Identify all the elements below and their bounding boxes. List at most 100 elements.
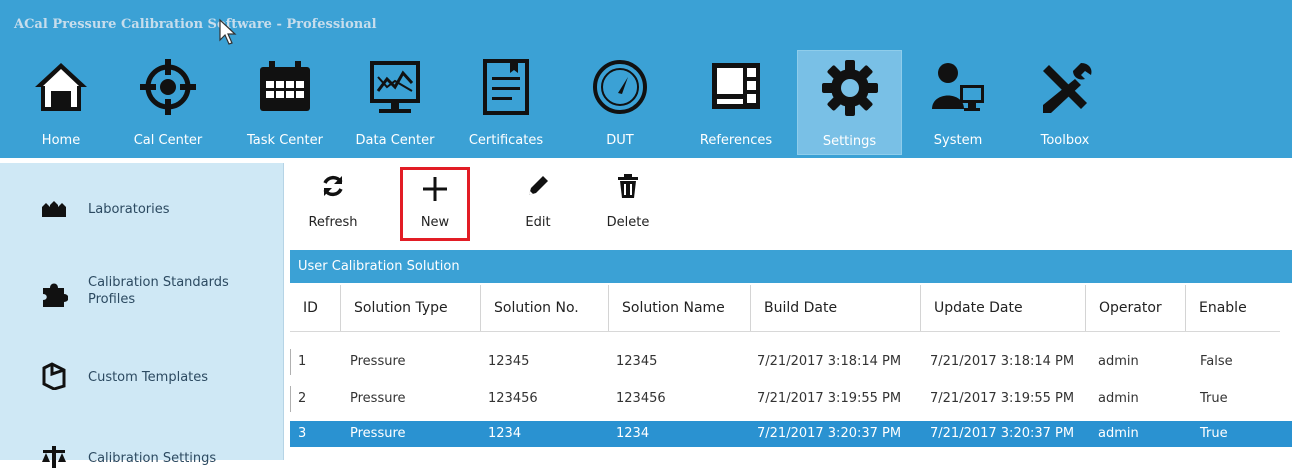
column-header-update-date[interactable]: Update Date (920, 285, 1085, 331)
cell-build-date: 7/21/2017 3:19:55 PM (757, 391, 902, 406)
nav-label: Task Center (247, 133, 323, 148)
cell-id: 1 (298, 354, 307, 369)
cell-solution-type: Pressure (350, 426, 406, 441)
nav-label: Data Center (355, 133, 435, 148)
nav-cal-center[interactable]: Cal Center (125, 45, 211, 158)
nav-task-center[interactable]: Task Center (238, 45, 332, 158)
cell-build-date: 7/21/2017 3:20:37 PM (757, 426, 902, 441)
cell-operator: admin (1098, 426, 1139, 441)
title-bar: ACal Pressure Calibration Software - Pro… (0, 0, 1292, 158)
cell-solution-no: 123456 (488, 391, 538, 406)
nav-certificates[interactable]: Certificates (464, 45, 548, 158)
sidebar-item-calibration-settings[interactable]: Calibration Settings (0, 440, 283, 474)
nav-settings[interactable]: Settings (797, 50, 902, 155)
reference-device-icon (712, 63, 760, 109)
cell-update-date: 7/21/2017 3:19:55 PM (930, 391, 1075, 406)
home-icon (35, 63, 87, 111)
column-header-operator[interactable]: Operator (1085, 285, 1185, 331)
tools-icon (1043, 63, 1092, 113)
cell-solution-name: 123456 (616, 391, 666, 406)
pencil-icon (529, 176, 548, 195)
nav-label: Settings (822, 134, 877, 149)
chart-monitor-icon (370, 61, 420, 113)
template-icon (42, 362, 66, 390)
column-header-solution-type[interactable]: Solution Type (340, 285, 480, 331)
new-button[interactable]: New (400, 167, 470, 241)
scale-icon (42, 446, 66, 468)
cell-enable: True (1200, 391, 1228, 406)
nav-label: Cal Center (133, 133, 203, 148)
plus-icon (423, 177, 447, 201)
cell-enable: True (1200, 426, 1228, 441)
cell-operator: admin (1098, 391, 1139, 406)
panel-title: User Calibration Solution (290, 250, 1292, 283)
cell-enable: False (1200, 354, 1233, 369)
nav-references[interactable]: References (690, 45, 782, 158)
cell-solution-type: Pressure (350, 354, 406, 369)
laboratories-icon (42, 201, 66, 217)
table-row[interactable]: 2 Pressure 123456 123456 7/21/2017 3:19:… (290, 386, 1292, 412)
row-indicator (290, 349, 291, 375)
toolbar: Refresh New Edit Delete (290, 163, 1292, 243)
crosshair-icon (140, 59, 196, 115)
refresh-icon (323, 175, 343, 197)
nav-label: System (933, 133, 983, 148)
cell-solution-name: 12345 (616, 354, 658, 369)
sidebar-item-label: Custom Templates (88, 370, 209, 385)
gear-icon (821, 60, 878, 116)
sidebar-item-label: Laboratories (88, 202, 170, 217)
nav-label: DUT (606, 133, 634, 148)
puzzle-icon (43, 283, 68, 307)
nav-system[interactable]: System (915, 45, 1001, 158)
cell-update-date: 7/21/2017 3:18:14 PM (930, 354, 1075, 369)
edit-label: Edit (525, 215, 551, 230)
app-title: ACal Pressure Calibration Software - Pro… (14, 17, 377, 32)
certificate-icon (483, 59, 529, 115)
row-indicator (290, 386, 291, 412)
table-row[interactable]: 1 Pressure 12345 12345 7/21/2017 3:18:14… (290, 349, 1292, 375)
column-header-solution-name[interactable]: Solution Name (608, 285, 750, 331)
cell-update-date: 7/21/2017 3:20:37 PM (930, 426, 1075, 441)
delete-button[interactable]: Delete (598, 163, 658, 243)
nav-toolbox[interactable]: Toolbox (1022, 45, 1108, 158)
cell-solution-name: 1234 (616, 426, 650, 441)
cell-solution-no: 1234 (488, 426, 522, 441)
cell-operator: admin (1098, 354, 1139, 369)
cell-solution-no: 12345 (488, 354, 530, 369)
users-icon (932, 63, 984, 111)
sidebar-item-custom-templates[interactable]: Custom Templates (0, 360, 283, 394)
main-nav: Home Cal Center Task Center Data Center … (0, 45, 1120, 158)
cell-build-date: 7/21/2017 3:18:14 PM (757, 354, 902, 369)
sidebar-item-label: Calibration Standards Profiles (88, 275, 229, 307)
nav-home[interactable]: Home (28, 45, 94, 158)
column-header-build-date[interactable]: Build Date (750, 285, 920, 331)
sidebar-item-calibration-standards-profiles[interactable]: Calibration Standards Profiles (0, 268, 283, 318)
cell-id: 3 (298, 426, 307, 441)
nav-label: Home (41, 133, 81, 148)
gauge-icon (593, 60, 647, 114)
nav-label: References (699, 133, 773, 148)
nav-label: Certificates (468, 133, 544, 148)
nav-data-center[interactable]: Data Center (350, 45, 440, 158)
column-header-enable[interactable]: Enable (1185, 285, 1280, 331)
cell-id: 2 (298, 391, 307, 406)
table-header: ID Solution Type Solution No. Solution N… (290, 285, 1280, 332)
column-header-solution-no[interactable]: Solution No. (480, 285, 608, 331)
cell-solution-type: Pressure (350, 391, 406, 406)
trash-icon (618, 174, 638, 198)
nav-label: Toolbox (1040, 133, 1090, 148)
mouse-cursor-icon (219, 18, 237, 45)
sidebar-item-label: Calibration Settings (88, 451, 217, 466)
refresh-button[interactable]: Refresh (302, 163, 364, 243)
edit-button[interactable]: Edit (508, 163, 568, 243)
calendar-icon (260, 61, 310, 111)
delete-label: Delete (606, 215, 650, 230)
solutions-table: ID Solution Type Solution No. Solution N… (290, 285, 1292, 460)
nav-dut[interactable]: DUT (585, 45, 655, 158)
sidebar-item-laboratories[interactable]: Laboratories (0, 193, 283, 227)
refresh-label: Refresh (308, 215, 358, 230)
new-label: New (420, 215, 450, 230)
column-header-id[interactable]: ID (290, 285, 340, 331)
sidebar: Laboratories Calibration Standards Profi… (0, 163, 284, 468)
table-row-selected[interactable]: 3 Pressure 1234 1234 7/21/2017 3:20:37 P… (290, 421, 1292, 447)
